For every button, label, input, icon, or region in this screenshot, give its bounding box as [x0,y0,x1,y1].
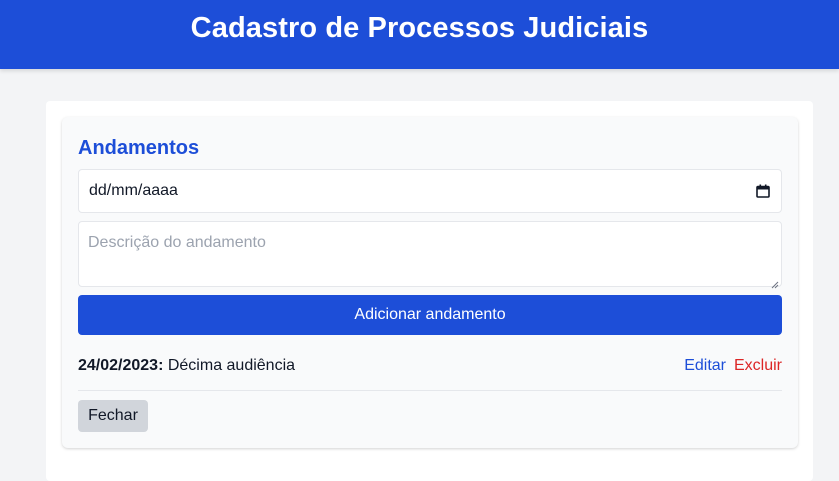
section-title: Andamentos [78,137,200,159]
date-input-value[interactable]: dd/mm/aaaa [89,182,755,200]
calendar-icon[interactable] [755,183,771,199]
andamento-description: Décima audiência [163,357,296,374]
date-input[interactable]: dd/mm/aaaa [78,169,782,213]
edit-link[interactable]: Editar [684,357,726,375]
andamento-list-item: 24/02/2023: Décima audiência Editar Excl… [78,357,782,391]
close-button[interactable]: Fechar [78,400,148,432]
resize-grip-icon[interactable] [771,276,779,289]
description-field[interactable] [78,221,782,289]
page-title: Cadastro de Processos Judiciais [190,12,649,44]
andamento-actions: Editar Excluir [684,357,782,375]
delete-link[interactable]: Excluir [734,357,782,375]
description-input[interactable] [88,234,772,274]
andamento-text: 24/02/2023: Décima audiência [78,357,684,375]
andamento-date: 24/02/2023: [78,357,164,374]
add-andamento-button[interactable]: Adicionar andamento [78,295,782,335]
app-header: Cadastro de Processos Judiciais [0,0,839,69]
andamentos-panel: Andamentos dd/mm/aaaa Adicionar andament… [62,117,798,448]
